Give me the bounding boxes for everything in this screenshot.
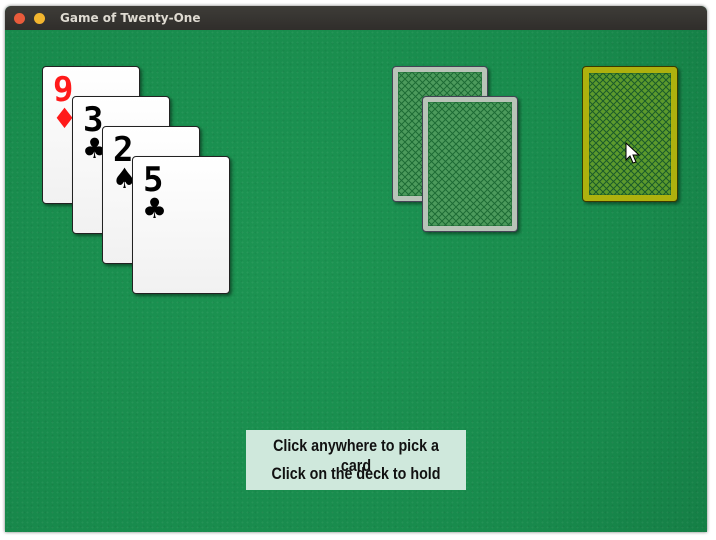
minimize-window-button[interactable] xyxy=(34,13,45,24)
instruction-hold: Click on the deck to hold xyxy=(271,464,441,483)
card-back-pattern xyxy=(428,102,512,226)
title-bar: Game of Twenty-One xyxy=(5,6,707,30)
window-title: Game of Twenty-One xyxy=(60,11,201,25)
deck-back-pattern xyxy=(589,73,671,195)
game-window: Game of Twenty-One 9 ♦ 3 ♣ 2 ♠ 5 ♣ Click… xyxy=(5,6,707,532)
mouse-pointer-icon xyxy=(625,142,641,164)
deck[interactable] xyxy=(582,66,678,202)
instructions-panel: Click anywhere to pick a card Click on t… xyxy=(246,430,466,490)
player-card-4: 5 ♣ xyxy=(132,156,230,294)
close-window-button[interactable] xyxy=(14,13,25,24)
club-suit-icon: ♣ xyxy=(142,192,168,225)
dealer-card-2-face-down xyxy=(422,96,518,232)
